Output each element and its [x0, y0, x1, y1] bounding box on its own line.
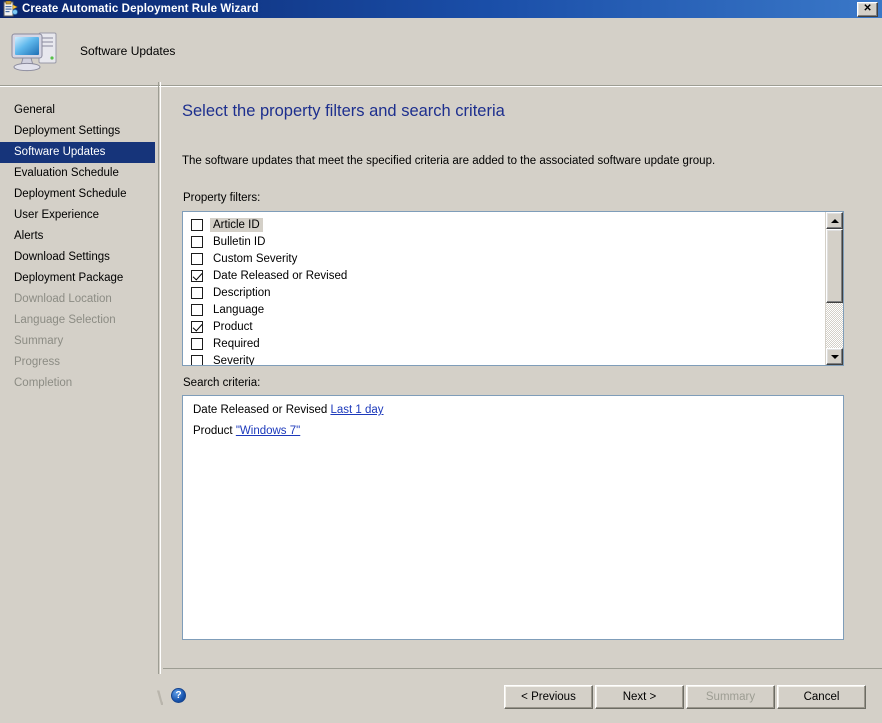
criteria-prefix: Product [193, 425, 236, 437]
scrollbar-track[interactable] [826, 229, 843, 348]
list-item-label: Bulletin ID [213, 235, 266, 248]
sidebar-item-general[interactable]: General [0, 100, 161, 121]
sidebar-item-progress: Progress [14, 356, 61, 368]
window-title: Create Automatic Deployment Rule Wizard [22, 3, 259, 15]
scroll-down-arrow [830, 354, 839, 359]
sidebar-item-software-updates[interactable]: Software Updates [0, 142, 155, 163]
sidebar-item-completion: Completion [14, 377, 73, 389]
list-item[interactable]: Custom Severity [183, 250, 825, 267]
list-item-label: Language [213, 303, 265, 316]
window-titlebar: Create Automatic Deployment Rule Wizard … [0, 0, 882, 18]
list-item[interactable]: Product [183, 318, 825, 335]
checkbox-required[interactable] [191, 337, 203, 350]
list-item-label: Custom Severity [213, 252, 298, 265]
wizard-content-pane: Select the property filters and search c… [163, 87, 882, 668]
checkbox-custom-severity[interactable] [191, 252, 203, 265]
previous-button[interactable]: < Previous [504, 685, 593, 709]
cancel-button[interactable]: Cancel [777, 685, 866, 709]
search-criteria-label: Search criteria: [183, 377, 261, 389]
list-item-label: Article ID [210, 217, 263, 232]
list-item[interactable]: Severity [183, 352, 825, 365]
sidebar-item-alerts[interactable]: Alerts [0, 226, 161, 247]
sidebar-item-deployment-schedule[interactable]: Deployment Schedule [0, 184, 161, 205]
list-item-label: Severity [213, 354, 255, 366]
page-description: The software updates that meet the speci… [182, 155, 716, 167]
checkbox-date-released-or-revised[interactable] [191, 269, 203, 282]
property-filters-listbox[interactable]: Article ID Bulletin ID Custom Severity D… [182, 211, 844, 366]
checkbox-language[interactable] [191, 303, 203, 316]
page-title: Select the property filters and search c… [182, 102, 505, 120]
scroll-up-arrow [830, 218, 839, 223]
criteria-prefix: Date Released or Revised [193, 404, 331, 416]
list-item-label: Product [213, 320, 253, 333]
search-criteria-box[interactable]: Date Released or Revised Last 1 day Prod… [182, 395, 844, 640]
scroll-down-icon[interactable] [826, 348, 843, 365]
list-item[interactable]: Date Released or Revised [183, 267, 825, 284]
scroll-up-icon[interactable] [826, 212, 843, 229]
checkbox-bulletin-id[interactable] [191, 235, 203, 248]
sidebar-item-evaluation-schedule[interactable]: Evaluation Schedule [0, 163, 161, 184]
criteria-row-date-released: Date Released or Revised Last 1 day [193, 404, 833, 416]
list-item[interactable]: Description [183, 284, 825, 301]
sidebar-item-user-experience[interactable]: User Experience [0, 205, 161, 226]
criteria-row-product: Product "Windows 7" [193, 425, 833, 437]
criteria-link-windows-7[interactable]: "Windows 7" [236, 425, 300, 437]
help-question-icon[interactable]: ? [171, 688, 186, 703]
sidebar-divider [158, 82, 161, 674]
property-filters-scrollbar[interactable] [825, 212, 843, 365]
list-item[interactable]: Bulletin ID [183, 233, 825, 250]
checkbox-article-id[interactable] [191, 218, 203, 231]
sidebar-item-download-location: Download Location [14, 293, 112, 305]
sidebar-item-deployment-settings[interactable]: Deployment Settings [0, 121, 161, 142]
wizard-clipboard-icon [2, 0, 18, 17]
sidebar-item-language-selection: Language Selection [14, 314, 116, 326]
property-filters-label: Property filters: [183, 192, 261, 204]
summary-button: Summary [686, 685, 775, 709]
wizard-footer: ? < Previous Next > Summary Cancel [163, 670, 882, 723]
computer-monitor-icon [8, 24, 66, 76]
close-icon[interactable]: ✕ [857, 1, 878, 17]
checkbox-severity[interactable] [191, 354, 203, 365]
checkbox-product[interactable] [191, 320, 203, 333]
list-item[interactable]: Language [183, 301, 825, 318]
sidebar-item-summary: Summary [14, 335, 64, 347]
sidebar-item-deployment-package[interactable]: Deployment Package [0, 268, 161, 289]
wizard-header: Software Updates [0, 18, 882, 87]
header-title: Software Updates [80, 44, 176, 58]
property-filters-list: Article ID Bulletin ID Custom Severity D… [183, 212, 825, 365]
wizard-step-sidebar: General Deployment Settings Software Upd… [0, 82, 161, 723]
list-item-label: Date Released or Revised [213, 269, 348, 282]
list-item-label: Description [213, 286, 271, 299]
scrollbar-thumb[interactable] [826, 229, 843, 303]
list-item-label: Required [213, 337, 260, 350]
next-button[interactable]: Next > [595, 685, 684, 709]
list-item[interactable]: Required [183, 335, 825, 352]
sidebar-item-download-settings[interactable]: Download Settings [0, 247, 161, 268]
criteria-link-last-1-day[interactable]: Last 1 day [330, 404, 383, 416]
list-item[interactable]: Article ID [183, 216, 825, 233]
checkbox-description[interactable] [191, 286, 203, 299]
